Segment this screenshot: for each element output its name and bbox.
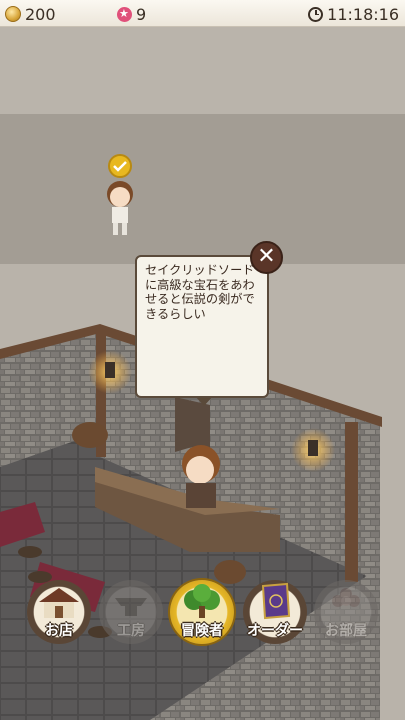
menu-order-label: オーダー [247, 623, 303, 639]
quest-check-badge [108, 154, 132, 178]
room-flower-icon [332, 588, 360, 607]
menu-workshop-label: 工房 [117, 623, 145, 639]
close-icon: ✕ [257, 244, 276, 269]
menu-shop-button[interactable]: お店 [27, 580, 91, 644]
menu-room-button[interactable]: お部屋 [314, 580, 378, 644]
upper-floor [0, 114, 405, 264]
coin-counter: 200 [5, 4, 56, 24]
shop-house-icon [39, 588, 79, 618]
gem-count: 9 [136, 4, 147, 24]
gem-icon [117, 6, 132, 22]
clock-time: 11:18:16 [327, 4, 399, 24]
hint-text: セイクリッドソードに高級な宝石をあわせると伝説の剣ができるらしい [145, 263, 255, 321]
menu-shop-label: お店 [45, 623, 73, 639]
gem-counter: 9 [117, 4, 146, 24]
clock-icon [308, 6, 324, 22]
coin-count: 200 [25, 4, 56, 24]
workshop-anvil-icon [115, 598, 147, 616]
barrel [72, 422, 108, 448]
lantern-left [105, 362, 115, 378]
menu-adventurer-button[interactable]: 冒険者 [170, 580, 234, 644]
order-book-icon [261, 582, 291, 620]
clock: 11:18:16 [308, 4, 399, 24]
hint-speech-bubble: セイクリッドソードに高級な宝石をあわせると伝説の剣ができるらしい [135, 255, 269, 406]
status-bar: 200 9 11:18:16 [0, 0, 405, 27]
menu-adventurer-label: 冒険者 [181, 623, 223, 639]
lantern-right [308, 440, 318, 456]
menu-order-button[interactable]: オーダー [243, 580, 307, 644]
adventurer-tree-icon [184, 584, 220, 618]
close-bubble-button[interactable]: ✕ [250, 241, 283, 274]
upper-wall [0, 27, 405, 114]
coin-icon [5, 6, 21, 22]
menu-workshop-button[interactable]: 工房 [99, 580, 163, 644]
menu-room-label: お部屋 [325, 623, 367, 639]
